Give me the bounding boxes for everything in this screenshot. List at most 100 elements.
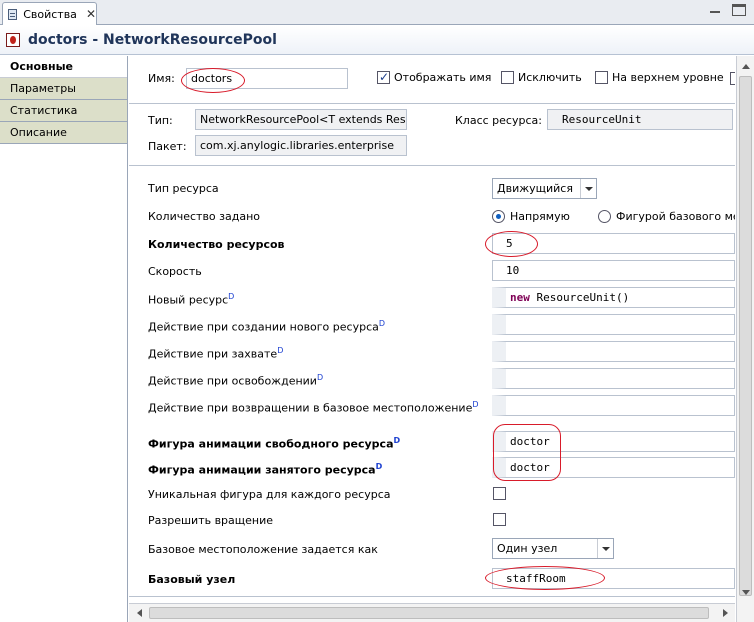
busy-shape-text: Фигура анимации занятого ресурса [148, 463, 376, 477]
on-return-text: Действие при возвращении в базовое место… [148, 401, 473, 415]
radio-selected-icon[interactable] [492, 210, 505, 223]
new-resource-label: Новый ресурсD [148, 292, 234, 307]
show-name-label: Отображать имя [394, 71, 492, 84]
home-location-label: Базовое местоположение задается как [148, 543, 378, 556]
home-node-field[interactable]: staffRoom [492, 568, 735, 589]
new-resource-value: ResourceUnit() [529, 291, 630, 304]
unique-shape-label: Уникальная фигура для каждого ресурса [148, 488, 391, 501]
radio-unselected-icon[interactable] [598, 210, 611, 223]
home-location-value: Один узел [497, 542, 558, 555]
on-release-text: Действие при освобождении [148, 374, 317, 388]
dynamic-marker: D [378, 319, 386, 328]
scroll-left-icon[interactable] [131, 604, 147, 622]
name-label: Имя: [148, 72, 175, 85]
properties-header: doctors - NetworkResourcePool [0, 26, 754, 55]
dynamic-marker: D [277, 346, 284, 355]
type-section: Тип: NetworkResourcePool<T extends Reso … [129, 104, 735, 166]
count-label: Количество ресурсов [148, 238, 285, 251]
dynamic-marker: D [228, 292, 235, 301]
name-field[interactable]: doctors [186, 68, 348, 89]
top-level-check[interactable] [595, 71, 608, 84]
idle-shape-field[interactable]: doctor [492, 431, 735, 452]
resource-pool-icon [6, 33, 20, 47]
speed-field[interactable]: 10 [492, 260, 735, 281]
vertical-scroll-thumb[interactable] [739, 76, 752, 596]
maximize-icon[interactable] [732, 4, 746, 16]
idle-shape-label: Фигура анимации свободного ресурсаD [148, 436, 400, 451]
type-label: Тип: [148, 114, 173, 127]
exclude-label: Исключить [518, 71, 582, 84]
on-create-text: Действие при создании нового ресурса [148, 320, 379, 334]
sidebar-item-statistics[interactable]: Статистика [0, 100, 127, 122]
dynamic-marker: D [393, 436, 401, 445]
vertical-scrollbar[interactable] [736, 56, 754, 622]
window-controls [708, 4, 746, 16]
new-resource-text: Новый ресурс [148, 293, 229, 307]
show-name-check[interactable] [377, 70, 390, 84]
resource-type-dropdown[interactable]: Движущийся [492, 178, 597, 199]
properties-icon [8, 8, 18, 20]
on-seize-text: Действие при захвате [148, 347, 278, 361]
on-release-label: Действие при освобожденииD [148, 373, 323, 388]
quantity-direct-label: Напрямую [510, 210, 570, 223]
busy-shape-field[interactable]: doctor [492, 457, 735, 478]
dynamic-marker: D [375, 462, 383, 471]
on-create-label: Действие при создании нового ресурсаD [148, 319, 385, 334]
sidebar-item-parameters[interactable]: Параметры [0, 78, 127, 100]
busy-shape-label: Фигура анимации занятого ресурсаD [148, 462, 382, 477]
chevron-down-icon[interactable] [580, 179, 596, 198]
home-node-label: Базовый узел [148, 573, 236, 586]
resource-type-value: Движущийся [497, 182, 573, 195]
sidebar-item-description[interactable]: Описание [0, 122, 127, 144]
unique-shape-checkbox[interactable] [493, 487, 506, 500]
on-return-field[interactable] [492, 395, 735, 416]
on-return-label: Действие при возвращении в базовое место… [148, 400, 479, 415]
horizontal-scroll-thumb[interactable] [149, 607, 709, 619]
on-create-field[interactable] [492, 314, 735, 335]
properties-main: Имя: doctors Отображать имя Исключить На… [129, 56, 735, 622]
sidebar-item-general[interactable]: Основные [0, 56, 127, 78]
resource-class-field: ResourceUnit [547, 109, 733, 130]
minimize-icon[interactable] [708, 4, 722, 16]
show-name-checkbox[interactable]: Отображать имя [377, 70, 492, 84]
top-level-checkbox[interactable]: На верхнем уровне [595, 71, 724, 84]
close-icon[interactable]: ✕ [86, 7, 96, 21]
top-level-label: На верхнем уровне [612, 71, 724, 84]
quantity-direct-radio[interactable]: Напрямую [492, 210, 570, 223]
resource-type-label: Тип ресурса [148, 182, 219, 195]
chevron-down-icon[interactable] [597, 539, 613, 558]
page-title: doctors - NetworkResourcePool [28, 32, 277, 48]
package-label: Пакет: [148, 140, 187, 153]
allow-rotation-checkbox[interactable] [493, 513, 506, 526]
quantity-shape-radio[interactable]: Фигурой базового ме [598, 210, 735, 223]
on-release-field[interactable] [492, 368, 735, 389]
package-field: com.xj.anylogic.libraries.enterprise [195, 135, 407, 156]
sidebar: Основные Параметры Статистика Описание [0, 56, 128, 622]
quantity-shape-label: Фигурой базового ме [616, 210, 735, 223]
quantity-by-label: Количество задано [148, 210, 261, 223]
scroll-up-icon[interactable] [737, 58, 754, 74]
scroll-right-icon[interactable] [717, 604, 733, 622]
speed-label: Скорость [148, 265, 202, 278]
new-resource-field[interactable]: new ResourceUnit() [492, 287, 735, 308]
horizontal-scrollbar[interactable] [129, 603, 735, 622]
dynamic-marker: D [316, 373, 324, 382]
allow-rotation-label: Разрешить вращение [148, 514, 274, 527]
resource-class-label: Класс ресурса: [455, 114, 542, 127]
count-field[interactable]: 5 [492, 233, 735, 254]
section-divider [129, 596, 735, 597]
name-section: Имя: doctors Отображать имя Исключить На… [129, 56, 735, 104]
properties-tab-label: Свойства [23, 7, 77, 21]
scroll-down-icon[interactable] [737, 584, 754, 600]
exclude-check[interactable] [501, 71, 514, 84]
cut-off-checkbox[interactable] [730, 72, 735, 85]
on-seize-field[interactable] [492, 341, 735, 362]
on-seize-label: Действие при захватеD [148, 346, 283, 361]
exclude-checkbox[interactable]: Исключить [501, 71, 582, 84]
properties-tab[interactable]: Свойства ✕ [2, 2, 97, 25]
dynamic-marker: D [472, 400, 479, 409]
new-keyword: new [510, 291, 530, 304]
idle-shape-text: Фигура анимации свободного ресурса [148, 437, 394, 451]
home-location-dropdown[interactable]: Один узел [492, 538, 614, 559]
type-field: NetworkResourcePool<T extends Reso [195, 109, 407, 130]
